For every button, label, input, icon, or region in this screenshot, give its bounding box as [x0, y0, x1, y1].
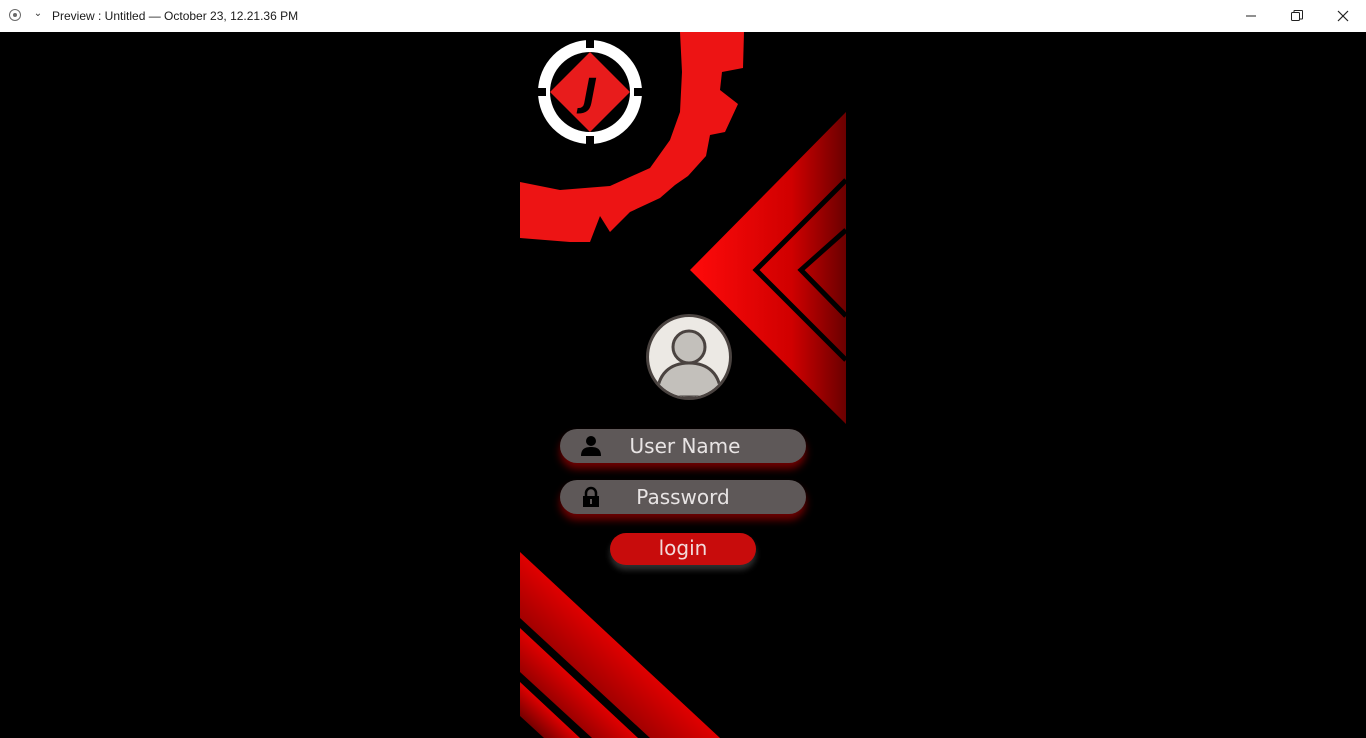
minimize-icon: [1246, 15, 1256, 17]
avatar: [646, 314, 732, 400]
chevron-down-icon[interactable]: ⌄: [32, 8, 44, 20]
close-icon: [1337, 10, 1349, 22]
username-field[interactable]: User Name: [560, 429, 806, 463]
close-button[interactable]: [1320, 0, 1366, 32]
window-titlebar: ⌄ Preview : Untitled — October 23, 12.21…: [0, 0, 1366, 32]
login-button[interactable]: login: [610, 533, 756, 565]
password-field[interactable]: Password: [560, 480, 806, 514]
logo: J: [532, 34, 648, 150]
username-placeholder: User Name: [629, 434, 741, 458]
user-avatar-icon: [655, 329, 723, 397]
diagonal-bars-decoration: [520, 552, 720, 738]
restore-icon: [1291, 10, 1303, 21]
minimize-button[interactable]: [1228, 0, 1274, 32]
window-title: Preview : Untitled — October 23, 12.21.3…: [52, 9, 299, 23]
login-screen: J User Name Password login: [520, 32, 846, 738]
restore-button[interactable]: [1274, 0, 1320, 32]
app-icon: [9, 9, 21, 21]
password-placeholder: Password: [636, 485, 730, 509]
